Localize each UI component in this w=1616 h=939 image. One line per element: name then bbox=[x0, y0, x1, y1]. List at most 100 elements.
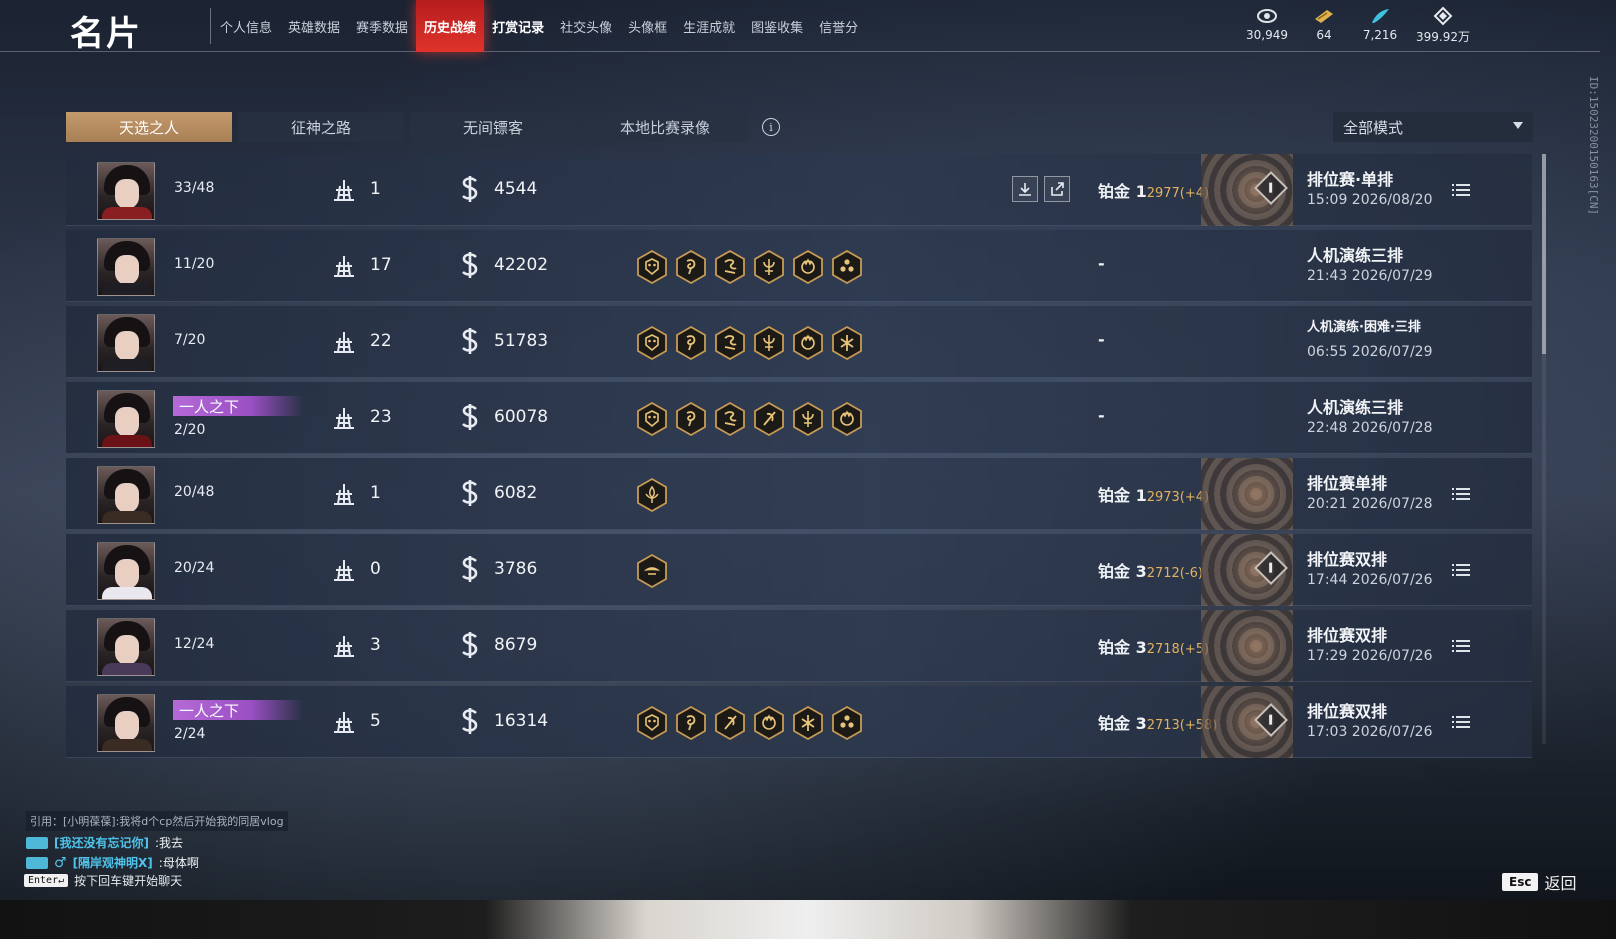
currency-0: 30,949 bbox=[1246, 6, 1288, 45]
rank-name: 铂金 3 bbox=[1098, 714, 1147, 733]
rank-info: - bbox=[1098, 406, 1105, 425]
sigil-badge-icon bbox=[753, 325, 785, 361]
list-detail-icon[interactable] bbox=[1452, 562, 1470, 576]
list-detail-icon[interactable] bbox=[1452, 638, 1470, 652]
rank-points: 2977(+4) bbox=[1146, 186, 1210, 201]
currency-2: 7,216 bbox=[1360, 6, 1400, 45]
mode-filter-dropdown[interactable]: 全部模式 bbox=[1333, 112, 1533, 142]
currency-value: 7,216 bbox=[1362, 28, 1398, 42]
tab-nav-2[interactable]: 赛季数据 bbox=[348, 0, 416, 52]
rank-emblem bbox=[1201, 154, 1293, 226]
rank-name: - bbox=[1098, 330, 1105, 349]
download-icon[interactable] bbox=[1012, 176, 1038, 202]
match-history-list: 33/48 1 4544 铂金 12977(+4) 排位赛·单排 15:09 2026/0… bbox=[66, 154, 1532, 762]
kills-value: 5 bbox=[370, 711, 381, 731]
match-mode: 人机演练·困难·三排 bbox=[1307, 320, 1421, 335]
chat-hint[interactable]: Enter↵ 按下回车键开始聊天 bbox=[24, 872, 182, 889]
back-button[interactable]: Esc 返回 bbox=[1502, 870, 1576, 894]
male-icon: ♂ bbox=[54, 854, 67, 871]
score-icon bbox=[459, 174, 481, 208]
tab-nav-4[interactable]: 打赏记录 bbox=[484, 0, 552, 52]
match-mode: 排位赛双排 bbox=[1307, 626, 1388, 645]
list-detail-icon[interactable] bbox=[1452, 714, 1470, 728]
score-icon bbox=[459, 478, 481, 512]
match-row[interactable]: 33/48 1 4544 铂金 12977(+4) 排位赛·单排 15:09 2026/0… bbox=[66, 154, 1532, 226]
badge-list bbox=[636, 401, 863, 437]
match-time: 21:43 2026/07/29 bbox=[1307, 268, 1433, 284]
currency-value: 30,949 bbox=[1246, 28, 1288, 42]
match-row[interactable]: 7/20 22 51783 - 人机演练·困难·三排 06:55 2026/07/29 bbox=[66, 306, 1532, 378]
match-mode: 排位赛双排 bbox=[1307, 550, 1388, 569]
placement: 33/48 bbox=[174, 180, 215, 196]
kills-icon bbox=[330, 556, 358, 588]
placement: 7/20 bbox=[174, 332, 206, 348]
currency-3: 399.92万 bbox=[1416, 6, 1470, 45]
winner-tag: 一人之下 bbox=[173, 396, 303, 416]
score-value: 51783 bbox=[494, 331, 549, 351]
kills-value: 17 bbox=[370, 255, 392, 275]
avatar bbox=[97, 618, 155, 676]
enter-key-icon: Enter↵ bbox=[24, 874, 69, 887]
match-time: 20:21 2026/07/28 bbox=[1307, 496, 1433, 512]
list-detail-icon[interactable] bbox=[1452, 182, 1470, 196]
triad-badge-icon bbox=[831, 705, 863, 741]
crown-badge-icon bbox=[753, 705, 785, 741]
tab-nav-6[interactable]: 头像框 bbox=[620, 0, 675, 52]
rank-points: 2718(+5) bbox=[1146, 642, 1210, 657]
tab-2[interactable]: 无间镖客 bbox=[410, 112, 576, 142]
score-icon bbox=[459, 630, 481, 664]
match-row[interactable]: 一人之下 2/24 5 16314 铂金 32713(+58) 排位赛双排 17:03 20… bbox=[66, 686, 1532, 758]
kills-value: 23 bbox=[370, 407, 392, 427]
match-row[interactable]: 20/48 1 6082 铂金 12973(+4) 排位赛单排 20:21 2026/07… bbox=[66, 458, 1532, 530]
chat-sender[interactable]: [我还没有忘记你] bbox=[54, 834, 149, 851]
kills-icon bbox=[330, 328, 358, 360]
tab-nav-9[interactable]: 信誉分 bbox=[811, 0, 866, 52]
kills-value: 1 bbox=[370, 483, 381, 503]
crown-badge-icon bbox=[792, 325, 824, 361]
chat-sender[interactable]: [隔岸观神明X] bbox=[73, 854, 153, 871]
match-row[interactable]: 12/24 3 8679 铂金 32718(+5) 排位赛双排 17:29 2026/07… bbox=[66, 610, 1532, 682]
bottom-scene-strip bbox=[0, 900, 1616, 939]
match-row[interactable]: 11/20 17 42202 - 人机演练三排 21:43 2026/07/29 bbox=[66, 230, 1532, 302]
kills-icon bbox=[330, 632, 358, 664]
tab-0[interactable]: 天选之人 bbox=[66, 112, 232, 142]
tab-nav-3[interactable]: 历史战绩 bbox=[416, 0, 485, 52]
rank-info: 铂金 32713(+58) bbox=[1098, 710, 1217, 734]
demon-badge-icon bbox=[636, 705, 668, 741]
tab-nav-0[interactable]: 个人信息 bbox=[212, 0, 280, 52]
placement: 20/24 bbox=[174, 560, 215, 576]
kills-icon bbox=[330, 480, 358, 512]
score-value: 6082 bbox=[494, 483, 538, 503]
match-time: 22:48 2026/07/28 bbox=[1307, 420, 1433, 436]
rank-info: 铂金 32712(-6) bbox=[1098, 558, 1203, 582]
score-icon bbox=[459, 402, 481, 436]
chat-message: ♂ [隔岸观神明X]:母体啊 bbox=[26, 854, 446, 871]
match-row[interactable]: 一人之下 2/20 23 60078 - 人机演练三排 22:48 2026/07/28 bbox=[66, 382, 1532, 454]
tab-3[interactable]: 本地比赛录像 bbox=[582, 112, 748, 142]
match-time: 15:09 2026/08/20 bbox=[1307, 192, 1433, 208]
rank-emblem bbox=[1201, 610, 1293, 682]
list-detail-icon[interactable] bbox=[1452, 486, 1470, 500]
info-icon[interactable]: i bbox=[762, 118, 780, 136]
rank-emblem bbox=[1201, 534, 1293, 606]
tab-nav-7[interactable]: 生涯成就 bbox=[675, 0, 743, 52]
rank-info: - bbox=[1098, 254, 1105, 273]
share-icon[interactable] bbox=[1044, 176, 1070, 202]
swirl-badge-icon bbox=[675, 325, 707, 361]
feather-icon bbox=[1369, 6, 1391, 26]
demon-badge-icon bbox=[636, 325, 668, 361]
avatar bbox=[97, 466, 155, 524]
tab-nav-1[interactable]: 英雄数据 bbox=[280, 0, 348, 52]
tab-nav-8[interactable]: 图鉴收集 bbox=[743, 0, 811, 52]
scrollbar-thumb[interactable] bbox=[1542, 154, 1546, 354]
stats-diamond-icon bbox=[1254, 551, 1288, 585]
chat-message: [我还没有忘记你]:我去 bbox=[26, 834, 446, 851]
placement: 12/24 bbox=[174, 636, 215, 652]
avatar bbox=[97, 314, 155, 372]
tab-1[interactable]: 征神之路 bbox=[238, 112, 404, 142]
match-list-scrollbar[interactable] bbox=[1542, 154, 1546, 744]
tab-nav-5[interactable]: 社交头像 bbox=[552, 0, 620, 52]
match-row[interactable]: 20/24 0 3786 铂金 32712(-6) 排位赛双排 17:44 2026/07… bbox=[66, 534, 1532, 606]
page-title: 名片 bbox=[70, 14, 142, 54]
kills-icon bbox=[330, 708, 358, 740]
